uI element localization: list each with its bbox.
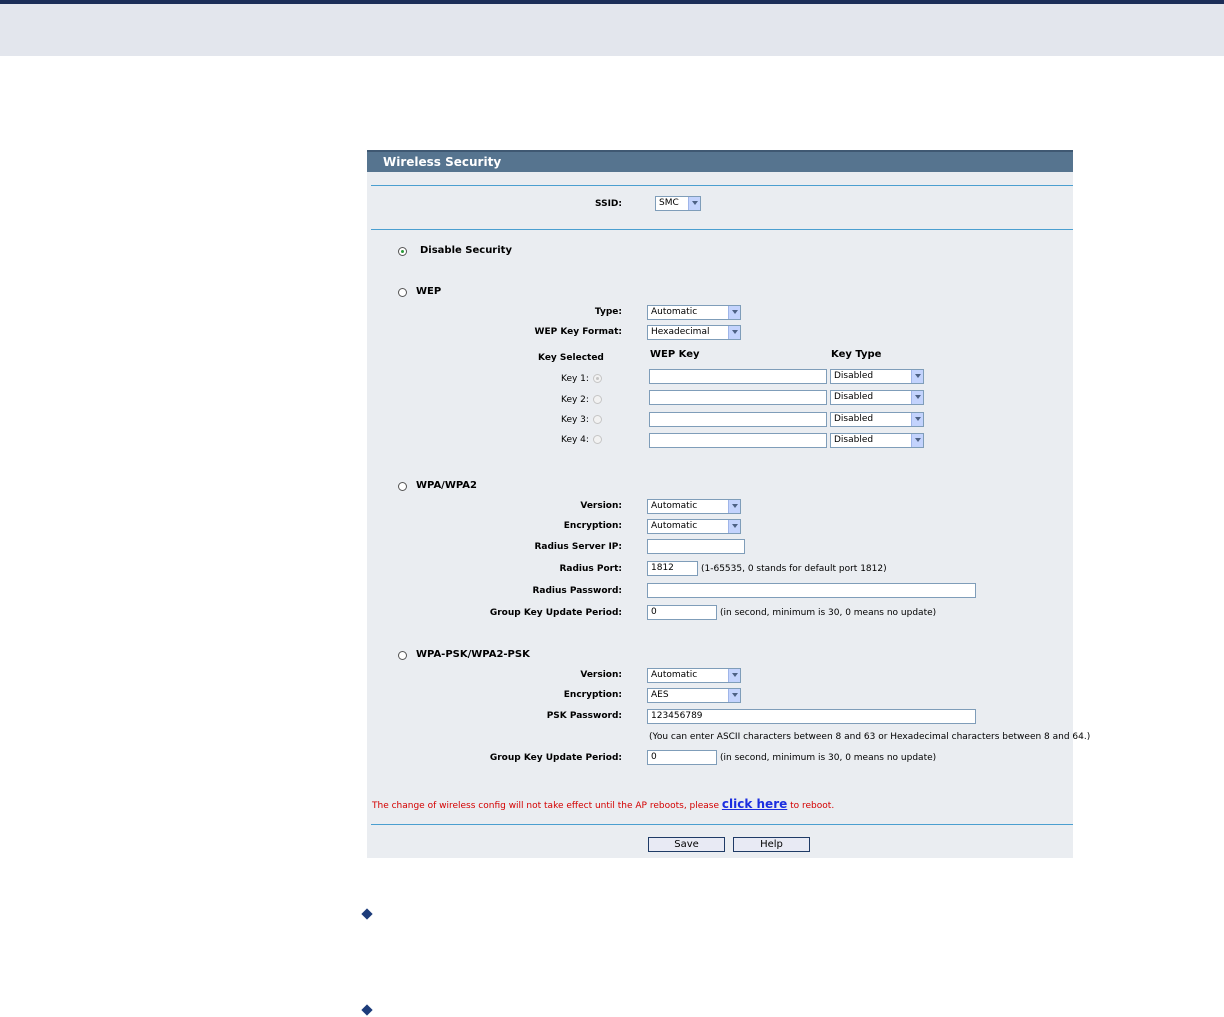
radius-port-label: Radius Port: (559, 564, 622, 574)
key-4-type-value: Disabled (834, 435, 874, 445)
wep-type-label: Type: (594, 307, 622, 317)
wep-type-select[interactable]: Automatic (647, 305, 741, 320)
chevron-down-icon (911, 370, 923, 383)
bullet-diamond-icon (361, 1004, 373, 1016)
psk-password-label: PSK Password: (546, 711, 622, 721)
psk-version-value: Automatic (651, 670, 698, 680)
psk-group-key-label: Group Key Update Period: (489, 753, 622, 763)
wpa-version-select[interactable]: Automatic (647, 499, 741, 514)
header-band (0, 4, 1224, 56)
bullet-diamond-icon (361, 908, 373, 920)
chevron-down-icon (911, 413, 923, 426)
disable-security-radio[interactable] (398, 247, 407, 256)
help-button[interactable]: Help (733, 837, 810, 852)
disable-security-label: Disable Security (420, 245, 512, 256)
wpa-encryption-select[interactable]: Automatic (647, 519, 741, 534)
chevron-down-icon (911, 391, 923, 404)
key-type-header: Key Type (831, 349, 882, 360)
reboot-link[interactable]: click here (722, 797, 787, 811)
wpa-version-value: Automatic (651, 501, 698, 511)
wpa-group-key-input[interactable]: 0 (647, 605, 717, 620)
wpa-psk-label: WPA-PSK/WPA2-PSK (416, 649, 530, 660)
panel-title: Wireless Security (383, 155, 502, 169)
psk-version-select[interactable]: Automatic (647, 668, 741, 683)
key-2-radio[interactable] (593, 395, 602, 404)
key-3-type-value: Disabled (834, 414, 874, 424)
chevron-down-icon (728, 500, 740, 513)
radius-password-label: Radius Password: (532, 586, 622, 596)
wep-key-format-select[interactable]: Hexadecimal (647, 325, 741, 340)
chevron-down-icon (728, 520, 740, 533)
key-3-label: Key 3: (561, 415, 589, 425)
wpa-encryption-label: Encryption: (563, 521, 622, 531)
chevron-down-icon (688, 197, 700, 210)
wep-radio[interactable] (398, 288, 407, 297)
wep-key-header: WEP Key (650, 349, 700, 360)
psk-encryption-select[interactable]: AES (647, 688, 741, 703)
radius-server-ip-input[interactable] (647, 539, 745, 554)
key-1-type-select[interactable]: Disabled (830, 369, 924, 384)
chevron-down-icon (728, 306, 740, 319)
reboot-notice: The change of wireless config will not t… (372, 797, 834, 811)
psk-password-input[interactable]: 123456789 (647, 709, 976, 724)
reboot-notice-text: The change of wireless config will not t… (372, 801, 722, 811)
wpa-label: WPA/WPA2 (416, 480, 477, 491)
reboot-notice-suffix: to reboot. (787, 801, 835, 811)
wpa-radio[interactable] (398, 482, 407, 491)
divider (371, 185, 1073, 186)
wep-label: WEP (416, 286, 442, 297)
radius-port-hint: (1-65535, 0 stands for default port 1812… (701, 564, 887, 574)
radius-password-input[interactable] (647, 583, 976, 598)
divider (371, 824, 1073, 825)
wpa-encryption-value: Automatic (651, 521, 698, 531)
key-1-input[interactable] (649, 369, 827, 384)
ssid-select[interactable]: SMC (655, 196, 701, 211)
key-3-input[interactable] (649, 412, 827, 427)
panel-header: Wireless Security (367, 150, 1073, 172)
ssid-label: SSID: (595, 199, 622, 209)
psk-encryption-value: AES (651, 690, 669, 700)
chevron-down-icon (728, 669, 740, 682)
wpa-group-key-hint: (in second, minimum is 30, 0 means no up… (720, 608, 937, 618)
key-1-label: Key 1: (561, 374, 589, 384)
key-4-label: Key 4: (561, 435, 589, 445)
psk-version-label: Version: (580, 670, 622, 680)
psk-password-hint: (You can enter ASCII characters between … (649, 732, 1091, 742)
key-3-type-select[interactable]: Disabled (830, 412, 924, 427)
key-4-input[interactable] (649, 433, 827, 448)
chevron-down-icon (728, 326, 740, 339)
radius-port-input[interactable]: 1812 (647, 561, 698, 576)
wireless-security-panel: Wireless Security SSID: SMC Disable Secu… (367, 150, 1090, 858)
radius-server-ip-label: Radius Server IP: (534, 542, 622, 552)
chevron-down-icon (728, 689, 740, 702)
psk-encryption-label: Encryption: (563, 690, 622, 700)
psk-group-key-input[interactable]: 0 (647, 750, 717, 765)
key-4-radio[interactable] (593, 435, 602, 444)
key-1-type-value: Disabled (834, 371, 874, 381)
save-button[interactable]: Save (648, 837, 725, 852)
key-3-radio[interactable] (593, 415, 602, 424)
chevron-down-icon (911, 434, 923, 447)
psk-group-key-hint: (in second, minimum is 30, 0 means no up… (720, 753, 937, 763)
ssid-value: SMC (659, 198, 679, 208)
wep-key-format-value: Hexadecimal (651, 327, 710, 337)
wep-key-format-label: WEP Key Format: (534, 327, 622, 337)
key-2-input[interactable] (649, 390, 827, 405)
wpa-group-key-label: Group Key Update Period: (489, 608, 622, 618)
wpa-psk-radio[interactable] (398, 651, 407, 660)
wpa-version-label: Version: (580, 501, 622, 511)
key-2-type-select[interactable]: Disabled (830, 390, 924, 405)
key-2-type-value: Disabled (834, 392, 874, 402)
key-2-label: Key 2: (561, 395, 589, 405)
divider (371, 229, 1073, 230)
key-1-radio[interactable] (593, 374, 602, 383)
key-selected-header: Key Selected (538, 353, 604, 363)
wep-type-value: Automatic (651, 307, 698, 317)
key-4-type-select[interactable]: Disabled (830, 433, 924, 448)
